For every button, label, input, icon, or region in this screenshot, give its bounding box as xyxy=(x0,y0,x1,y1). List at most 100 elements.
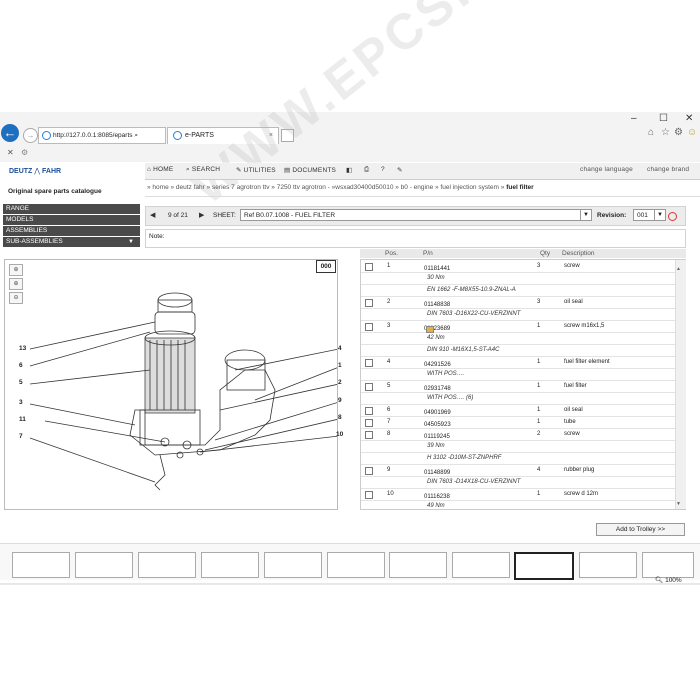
row-pos: 2 xyxy=(387,299,391,305)
minimize-icon[interactable]: – xyxy=(631,113,637,124)
row-pos: 6 xyxy=(387,407,391,413)
sheet-thumbnail[interactable] xyxy=(579,552,637,578)
callout-10[interactable]: 10 xyxy=(336,431,343,438)
revision-select[interactable]: 001 ▼ xyxy=(633,209,666,221)
change-language-link[interactable]: change language xyxy=(580,166,633,173)
sheet-thumbnail[interactable] xyxy=(138,552,196,578)
home-icon[interactable]: ⌂ xyxy=(648,127,654,138)
row-checkbox[interactable] xyxy=(365,467,373,475)
row-checkbox[interactable] xyxy=(365,383,373,391)
row-qty: 2 xyxy=(537,431,541,437)
row-pos: 7 xyxy=(387,419,391,425)
row-description: screw xyxy=(564,431,580,437)
row-checkbox[interactable] xyxy=(365,419,373,427)
callout-3[interactable]: 3 xyxy=(19,399,23,406)
nav-documents[interactable]: ▤ DOCUMENTS xyxy=(284,166,336,174)
row-note: 42 Nm xyxy=(427,335,445,341)
row-qty: 4 xyxy=(537,467,541,473)
sheet-thumbnail[interactable] xyxy=(642,552,694,578)
forward-arrow-icon[interactable]: → xyxy=(23,128,38,143)
revision-info-icon[interactable] xyxy=(668,212,677,221)
callout-2[interactable]: 2 xyxy=(338,379,342,386)
sheet-thumbnail[interactable] xyxy=(389,552,447,578)
row-checkbox[interactable] xyxy=(365,323,373,331)
sheet-thumbnail[interactable] xyxy=(327,552,385,578)
sidebar-item-range[interactable]: RANGE xyxy=(3,204,140,214)
chevron-down-icon[interactable]: ▼ xyxy=(580,210,591,220)
next-sheet-icon[interactable]: ▶ xyxy=(199,211,204,219)
logo-mark-icon: ⋀ xyxy=(34,168,41,175)
breadcrumb-path[interactable]: » home » deutz fahr » series 7 agrotron … xyxy=(147,184,504,191)
gear-icon[interactable]: ⚙ xyxy=(21,148,28,157)
callout-1[interactable]: 1 xyxy=(338,362,342,369)
row-checkbox[interactable] xyxy=(365,299,373,307)
close-window-icon[interactable]: ✕ xyxy=(685,113,693,124)
back-arrow-icon[interactable]: ← xyxy=(1,124,19,142)
sidebar-item-assemblies[interactable]: ASSEMBLIES xyxy=(3,226,140,236)
chevron-down-icon: ▼ xyxy=(128,239,134,245)
scroll-down-icon[interactable]: ▼ xyxy=(676,501,681,507)
prev-sheet-icon[interactable]: ◀ xyxy=(150,211,155,219)
search-icon[interactable]: ⌕ xyxy=(134,132,138,139)
row-checkbox[interactable] xyxy=(365,263,373,271)
row-checkbox[interactable] xyxy=(365,491,373,499)
zoom-in-icon[interactable]: ⊕ xyxy=(9,264,23,276)
chevron-down-icon[interactable]: ▼ xyxy=(654,210,665,220)
sheet-select[interactable]: Ref B0.07.1008 - FUEL FILTER ▼ xyxy=(240,209,592,221)
maximize-icon[interactable]: ☐ xyxy=(659,113,668,124)
row-description: oil seal xyxy=(564,299,583,305)
nav-utilities[interactable]: ✎ UTILITIES xyxy=(236,166,276,174)
callout-8[interactable]: 8 xyxy=(338,414,342,421)
breadcrumb[interactable]: » home » deutz fahr » series 7 agrotron … xyxy=(147,184,534,191)
callout-13[interactable]: 13 xyxy=(19,345,26,352)
sheet-thumbnail[interactable] xyxy=(201,552,259,578)
sidebar-item-sub-assemblies[interactable]: SUB-ASSEMBLIES ▼ xyxy=(3,237,140,247)
zoom-fit-icon[interactable]: ⊕ xyxy=(9,278,23,290)
gear-icon[interactable]: ⚙ xyxy=(674,127,683,138)
nav-home[interactable]: ⌂ HOME xyxy=(147,166,173,173)
sidebar-toggle-icon[interactable]: ◧ xyxy=(346,166,352,174)
row-checkbox[interactable] xyxy=(365,431,373,439)
nav-search-label: SEARCH xyxy=(191,166,221,173)
sheet-thumbnail[interactable] xyxy=(452,552,510,578)
star-icon[interactable]: ☆ xyxy=(661,127,670,138)
sheet-thumbnail[interactable] xyxy=(75,552,133,578)
callout-6[interactable]: 6 xyxy=(19,362,23,369)
revision-value: 001 xyxy=(637,212,648,219)
sheet-thumbnail[interactable] xyxy=(12,552,70,578)
row-pos: 5 xyxy=(387,383,391,389)
col-qty: Qty xyxy=(540,250,551,257)
change-brand-link[interactable]: change brand xyxy=(647,166,689,173)
print-icon[interactable]: ⎙ xyxy=(364,166,369,174)
sheet-thumbnail[interactable] xyxy=(264,552,322,578)
callout-5[interactable]: 5 xyxy=(19,379,23,386)
nav-search[interactable]: ⌕ SEARCH xyxy=(186,166,220,174)
drawing-code: 000 xyxy=(316,260,336,273)
scrollbar[interactable] xyxy=(675,260,686,509)
address-bar[interactable]: http://127.0.0.1:8085/eparts ⌕ xyxy=(38,127,166,144)
row-checkbox[interactable] xyxy=(365,407,373,415)
ie-icon xyxy=(42,130,51,140)
row-checkbox[interactable] xyxy=(365,359,373,367)
exploded-drawing[interactable] xyxy=(4,259,338,510)
row-description: rubber plug xyxy=(564,467,595,473)
sidebar-item-models[interactable]: MODELS xyxy=(3,215,140,225)
row-qty: 1 xyxy=(537,407,541,413)
breadcrumb-current: fuel filter xyxy=(506,184,534,191)
callout-7[interactable]: 7 xyxy=(19,433,23,440)
table-note-row: 49 Nm xyxy=(361,500,675,509)
callout-4[interactable]: 4 xyxy=(338,345,342,352)
row-pos: 10 xyxy=(387,491,394,497)
scroll-up-icon[interactable]: ▲ xyxy=(676,266,681,272)
sheet-thumbnail-active[interactable] xyxy=(514,552,574,580)
close-icon[interactable]: ✕ xyxy=(7,148,14,157)
smiley-icon[interactable]: ☺ xyxy=(687,127,697,138)
callout-11[interactable]: 11 xyxy=(19,416,26,423)
nav-utilities-label: UTILITIES xyxy=(243,167,276,174)
notes-icon[interactable]: ✎ xyxy=(397,166,403,174)
callout-9[interactable]: 9 xyxy=(338,397,342,404)
add-to-trolley-button[interactable]: Add to Trolley >> xyxy=(596,523,685,536)
catalogue-title: Original spare parts catalogue xyxy=(8,188,102,195)
help-icon[interactable]: ? xyxy=(381,166,385,173)
zoom-out-icon[interactable]: ⊖ xyxy=(9,292,23,304)
